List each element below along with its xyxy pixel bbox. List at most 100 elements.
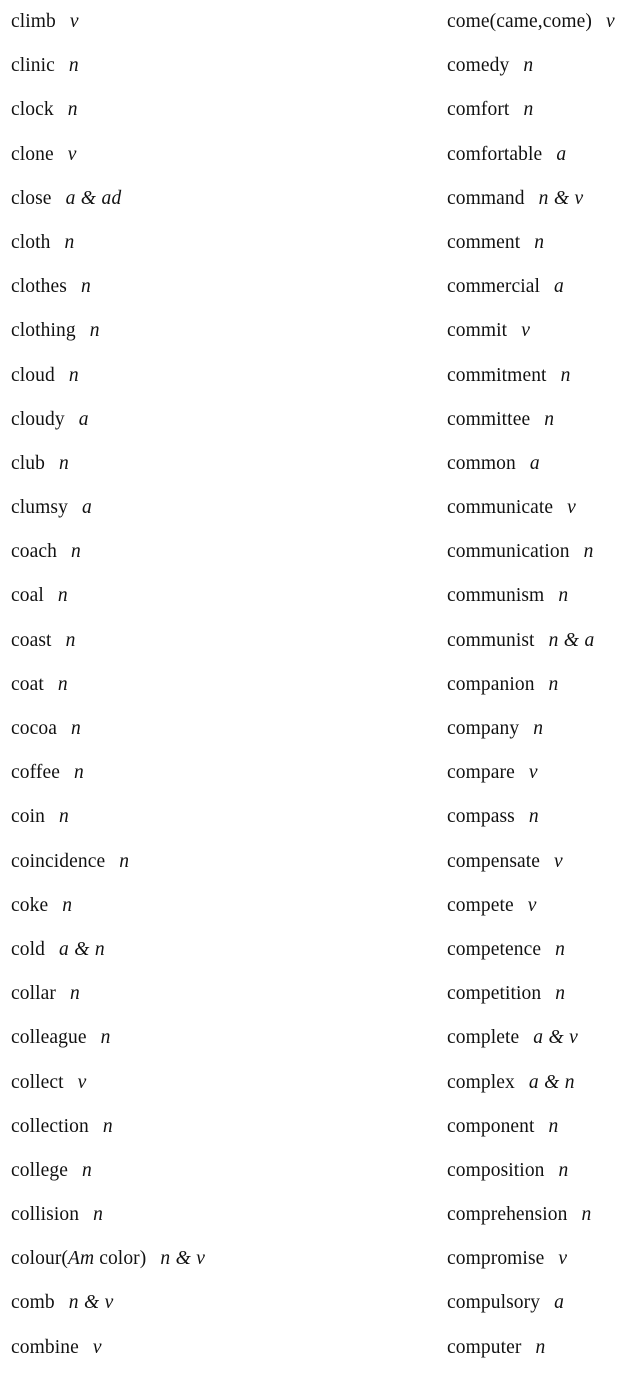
part-of-speech: n (80, 276, 91, 298)
headword: come(came,come) (447, 11, 592, 32)
headword: commercial (447, 276, 541, 298)
part-of-speech: n (93, 1204, 104, 1226)
right-column: come(came,come) v comedy n comfort n comfortab… (436, 0, 643, 1383)
part-of-speech: v (67, 143, 77, 165)
word-entry: clothing n (0, 309, 430, 353)
headword: combine (11, 1336, 79, 1358)
part-of-speech: n (555, 983, 566, 1005)
part-of-speech: n (523, 55, 534, 77)
headword: compensate (447, 850, 541, 872)
word-entry: command n & v (436, 177, 643, 221)
word-entry: common a (436, 442, 643, 486)
headword: comfortable (447, 143, 543, 165)
headword: committee (447, 408, 531, 430)
word-entry: clothes n (0, 265, 430, 309)
headword: coke (11, 894, 49, 916)
headword: comfort (447, 99, 510, 121)
word-entry: coal n (0, 574, 430, 618)
part-of-speech: n (70, 718, 82, 739)
word-entry: collection n (0, 1105, 430, 1149)
part-of-speech: n & v (538, 187, 584, 209)
headword: communism (447, 585, 545, 607)
part-of-speech: n (528, 806, 539, 828)
word-entry: companion n (436, 663, 643, 707)
word-entry: communicate v (436, 486, 643, 530)
headword: cloth (11, 231, 51, 253)
word-entry: colleague n (0, 1016, 430, 1060)
part-of-speech: v (527, 894, 537, 916)
part-of-speech: v (605, 11, 615, 32)
headword: communication (447, 541, 570, 563)
headword: college (11, 1159, 69, 1181)
american-variant-tag: Am (68, 1248, 95, 1270)
word-entry: come(came,come) v (436, 0, 643, 44)
part-of-speech: n (58, 452, 70, 474)
part-of-speech: n (89, 320, 100, 342)
part-of-speech: v (558, 1248, 568, 1270)
part-of-speech: n (583, 541, 594, 563)
headword: computer (447, 1336, 522, 1358)
part-of-speech: n (58, 806, 70, 828)
word-entry: clock n (0, 88, 430, 132)
word-entry: collision n (0, 1193, 430, 1237)
part-of-speech: n (523, 99, 534, 121)
headword: comment (447, 231, 521, 253)
word-entry: complete a & v (436, 1016, 643, 1060)
word-entry: compulsory a (436, 1281, 643, 1325)
word-entry: coast n (0, 619, 430, 663)
headword: companion (447, 673, 535, 695)
headword: clothes (11, 276, 67, 298)
headword: component (447, 1115, 535, 1137)
part-of-speech: a (529, 452, 540, 474)
part-of-speech: n (82, 1159, 93, 1181)
headword: clock (11, 99, 54, 121)
word-entry: cold a & n (0, 928, 430, 972)
headword: competition (447, 983, 542, 1005)
word-entry: communist n & a (436, 619, 643, 663)
word-entry: communism n (436, 574, 643, 618)
word-list-page: climb v clinic n clock n clone v close a & ad clot… (0, 0, 643, 1383)
headword: colleague (11, 1027, 87, 1049)
headword: compass (447, 806, 515, 828)
word-entry: compass n (436, 795, 643, 839)
word-entry: cloth n (0, 221, 430, 265)
headword: close (11, 187, 52, 209)
part-of-speech: n (581, 1204, 592, 1226)
word-entry: comprehension n (436, 1193, 643, 1237)
word-entry: clumsy a (0, 486, 430, 530)
part-of-speech: a & v (533, 1027, 579, 1049)
word-entry: cloudy a (0, 398, 430, 442)
part-of-speech: n (548, 673, 559, 695)
part-of-speech: n (544, 408, 555, 430)
word-entry: competence n (436, 928, 643, 972)
word-entry: college n (0, 1149, 430, 1193)
word-entry: close a & ad (0, 177, 430, 221)
headword: complex (447, 1071, 515, 1093)
part-of-speech: v (567, 497, 577, 519)
part-of-speech: n (67, 99, 78, 121)
part-of-speech: n (535, 1336, 546, 1358)
headword: coin (11, 806, 45, 828)
headword: coincidence (11, 850, 106, 872)
part-of-speech: n (73, 762, 85, 784)
left-column: climb v clinic n clock n clone v close a & ad clot… (0, 0, 430, 1383)
headword: cocoa (11, 718, 57, 739)
part-of-speech: a & n (528, 1071, 575, 1093)
part-of-speech: n (68, 55, 79, 77)
headword: coast (11, 629, 52, 651)
headword: colour(Am color) (11, 1248, 147, 1270)
part-of-speech: n (555, 938, 566, 960)
headword: compete (447, 894, 514, 916)
part-of-speech: a (81, 497, 92, 519)
headword: complete (447, 1027, 520, 1049)
word-entry: component n (436, 1105, 643, 1149)
headword: collection (11, 1115, 89, 1137)
part-of-speech: a (78, 408, 89, 430)
headword: cloud (11, 364, 55, 386)
headword: commitment (447, 364, 547, 386)
headword: clothing (11, 320, 76, 342)
headword: clumsy (11, 497, 68, 519)
headword: club (11, 452, 45, 474)
headword: compare (447, 762, 515, 784)
headword: competence (447, 938, 542, 960)
